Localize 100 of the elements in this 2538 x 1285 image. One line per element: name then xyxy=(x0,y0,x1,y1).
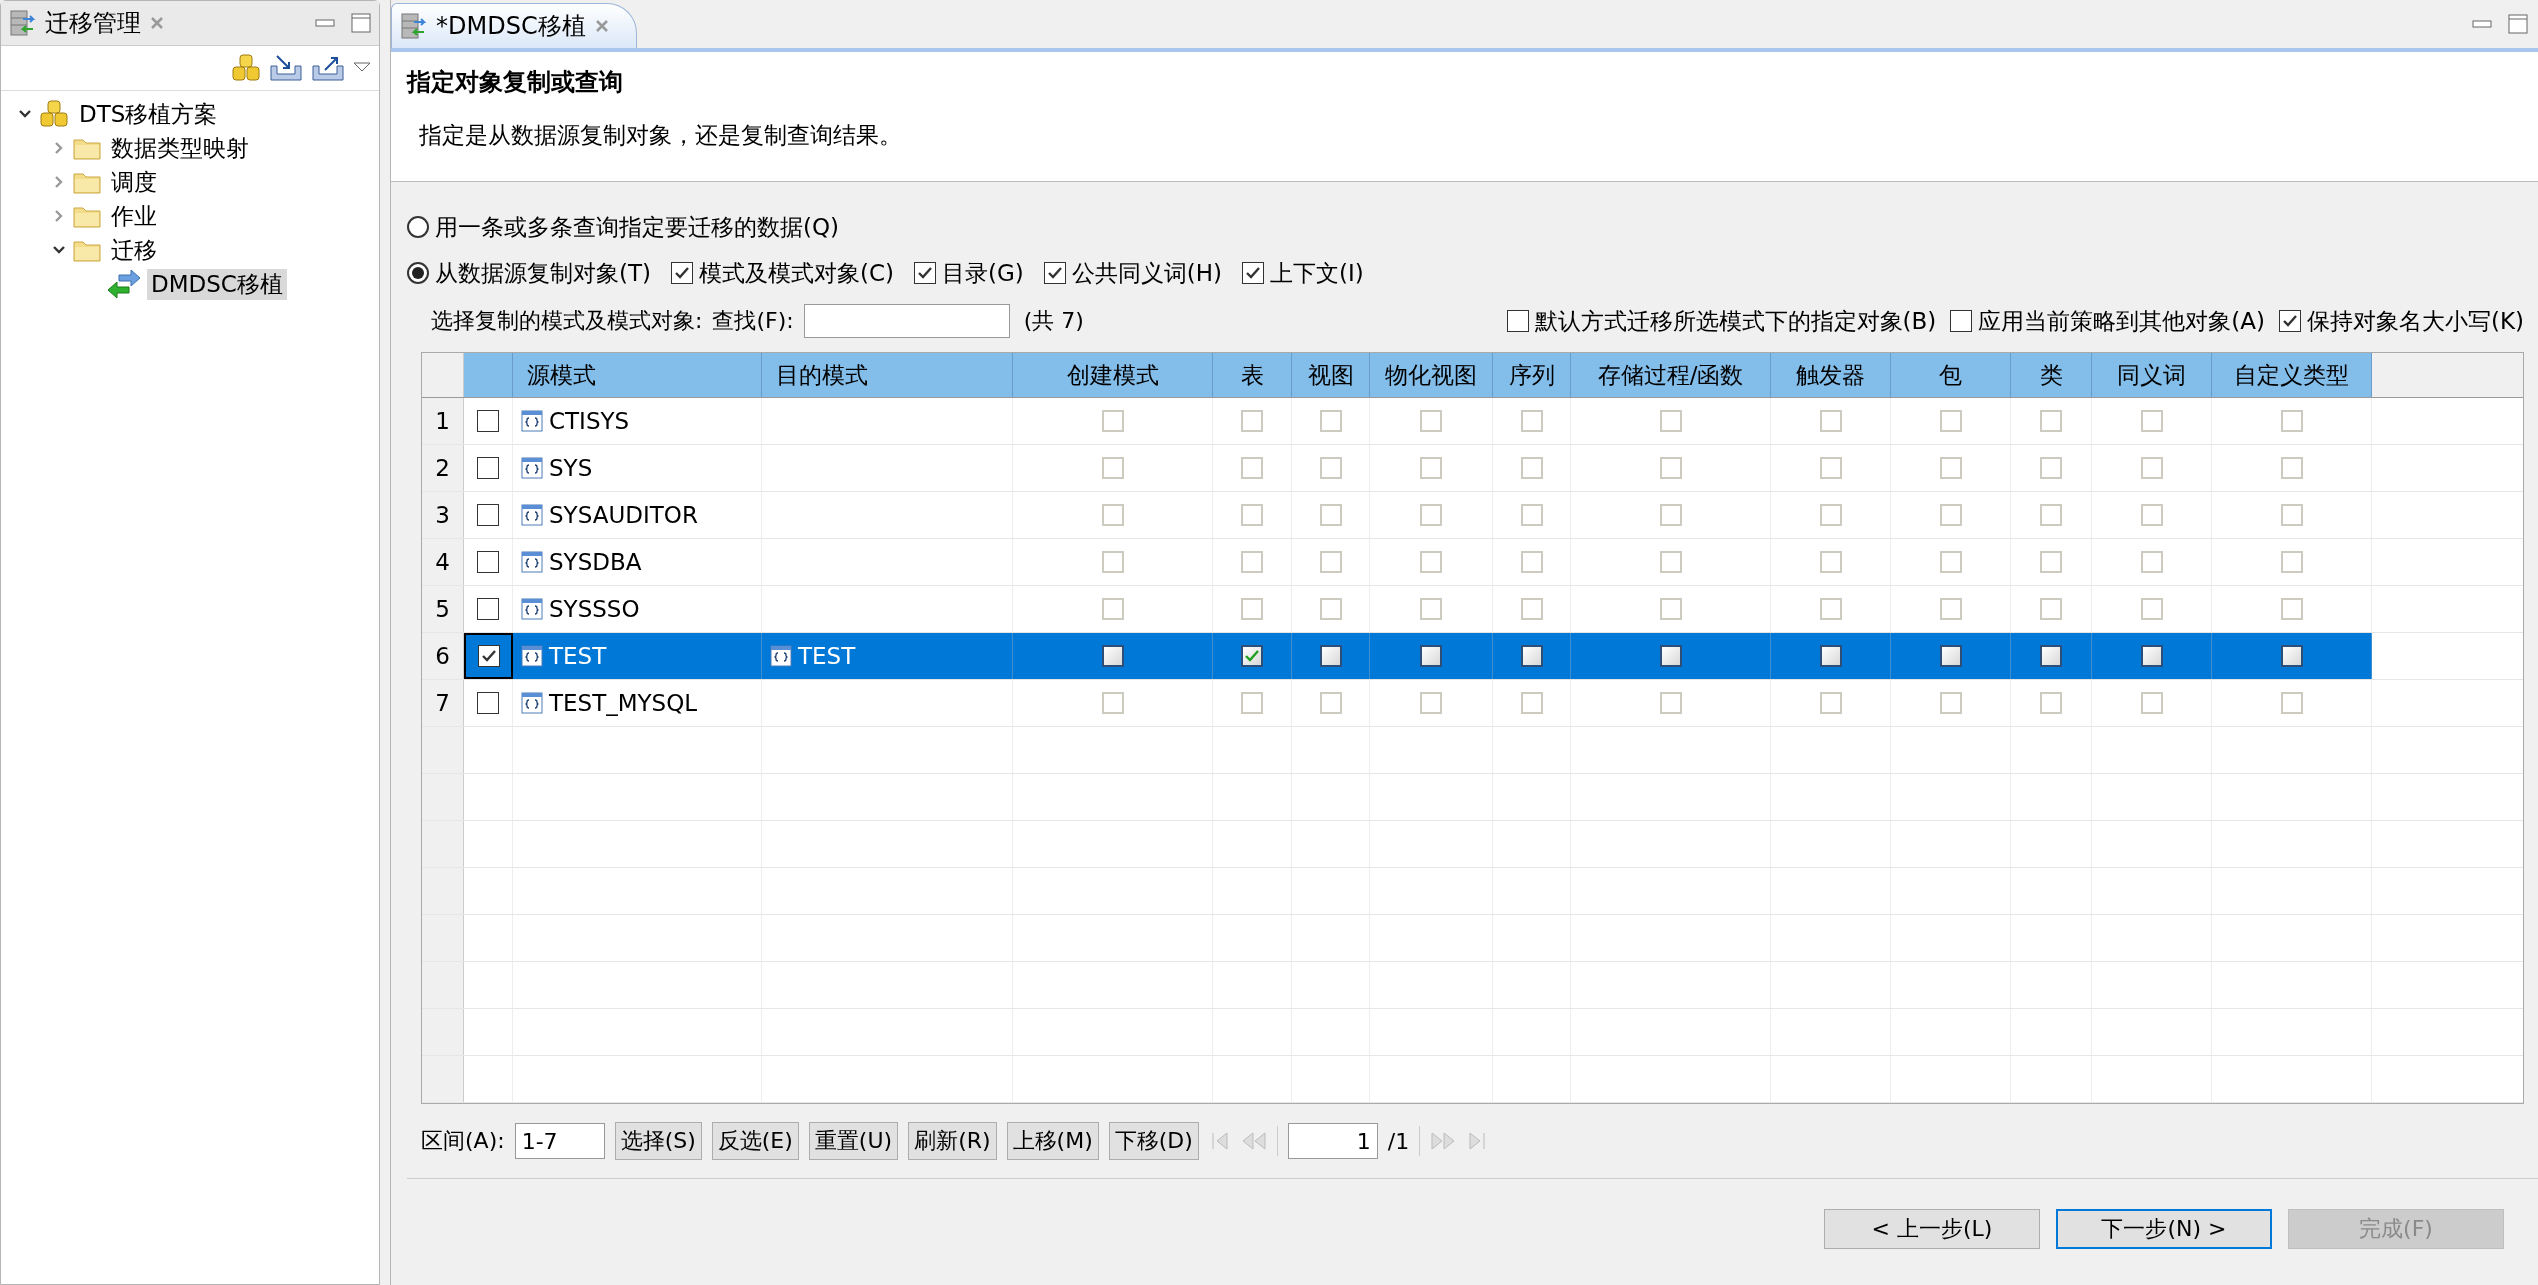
checkbox[interactable] xyxy=(477,692,499,714)
wizard-button[interactable]: < 上一步(L) xyxy=(1824,1209,2040,1249)
checkbox[interactable] xyxy=(1242,262,1265,284)
list-button[interactable]: 上移(M) xyxy=(1006,1122,1099,1160)
checkbox[interactable] xyxy=(477,598,499,620)
column-header[interactable] xyxy=(464,353,513,397)
checkbox[interactable] xyxy=(671,262,693,284)
row-number: 4 xyxy=(422,539,464,585)
checkbox[interactable] xyxy=(477,645,500,667)
close-icon[interactable] xyxy=(593,18,610,34)
option-label[interactable]: 从数据源复制对象(T) xyxy=(435,257,651,289)
checkbox-label[interactable]: 目录(G) xyxy=(942,257,1024,289)
column-header[interactable]: 序列 xyxy=(1493,353,1571,397)
column-header[interactable]: 创建模式 xyxy=(1013,353,1213,397)
minimize-icon[interactable] xyxy=(315,18,335,28)
checkmark-icon xyxy=(674,265,690,281)
checkbox-label[interactable]: 模式及模式对象(C) xyxy=(699,257,894,289)
table-row[interactable]: 4 SYSDBA xyxy=(422,539,2523,586)
column-header[interactable]: 自定义类型 xyxy=(2212,353,2372,397)
import-icon[interactable] xyxy=(269,54,303,82)
checkbox[interactable] xyxy=(2280,645,2303,667)
row-number: 3 xyxy=(422,492,464,538)
list-button[interactable]: 刷新(R) xyxy=(908,1122,997,1160)
radio-button[interactable] xyxy=(407,216,429,238)
schema-icon xyxy=(521,410,543,432)
schema-icon xyxy=(521,598,543,620)
schema-name: TEST xyxy=(549,643,607,669)
checkbox[interactable] xyxy=(1819,645,1842,667)
checkbox[interactable] xyxy=(477,410,499,432)
previous-page-icon[interactable] xyxy=(1240,1130,1267,1152)
checkbox-label[interactable]: 应用当前策略到其他对象(A) xyxy=(1978,305,2265,337)
tree-item[interactable]: 作业 xyxy=(107,200,161,232)
column-header[interactable]: 包 xyxy=(1891,353,2011,397)
column-header[interactable]: 类 xyxy=(2011,353,2092,397)
option-label[interactable]: 用一条或多条查询指定要迁移的数据(Q) xyxy=(435,211,840,243)
list-button[interactable]: 反选(E) xyxy=(711,1122,799,1160)
table-row[interactable]: 3 SYSAUDITOR xyxy=(422,492,2523,539)
tree-item[interactable]: 数据类型映射 xyxy=(107,132,253,164)
maximize-icon[interactable] xyxy=(351,13,371,33)
search-field[interactable] xyxy=(803,304,1010,338)
checkbox[interactable] xyxy=(477,457,499,479)
row-number: 5 xyxy=(422,586,464,632)
tree-item[interactable]: 调度 xyxy=(107,166,161,198)
checkbox[interactable] xyxy=(1420,645,1442,667)
checkmark-icon xyxy=(1244,648,1260,664)
tree-item[interactable]: 迁移 xyxy=(107,234,161,266)
maximize-icon[interactable] xyxy=(2508,14,2528,34)
checkmark-icon xyxy=(480,648,497,664)
table-row[interactable]: 1 CTISYS xyxy=(422,398,2523,445)
checkbox[interactable] xyxy=(2140,645,2163,667)
column-header[interactable]: 触发器 xyxy=(1771,353,1891,397)
tree-item[interactable]: DMDSC移植 xyxy=(147,268,287,300)
wizard-button[interactable]: 下一步(N) > xyxy=(2056,1209,2272,1249)
column-header[interactable]: 物化视图 xyxy=(1370,353,1493,397)
column-header[interactable]: 目的模式 xyxy=(762,353,1013,397)
checkbox[interactable] xyxy=(1950,310,1973,332)
checkbox[interactable] xyxy=(1939,645,1962,667)
range-field[interactable]: 1-7 xyxy=(514,1123,605,1159)
tree-item[interactable]: DTS移植方案 xyxy=(75,98,222,130)
checkbox-label[interactable]: 公共同义词(H) xyxy=(1071,257,1223,289)
column-header[interactable]: 表 xyxy=(1213,353,1292,397)
table-row[interactable]: 2 SYS xyxy=(422,445,2523,492)
checkbox[interactable] xyxy=(1659,645,1682,667)
schema-icon xyxy=(770,645,792,667)
schema-icon xyxy=(521,504,543,526)
column-header[interactable]: 视图 xyxy=(1292,353,1370,397)
column-header[interactable]: 存储过程/函数 xyxy=(1571,353,1771,397)
checkbox[interactable] xyxy=(2040,645,2062,667)
table-row[interactable]: 6 TEST TEST xyxy=(422,633,2523,680)
checkbox[interactable] xyxy=(1506,310,1529,332)
list-button[interactable]: 下移(D) xyxy=(1108,1122,1199,1160)
table-row[interactable]: 7 TEST_MYSQL xyxy=(422,680,2523,727)
checkbox[interactable] xyxy=(477,551,499,573)
checkbox-label[interactable]: 保持对象名大小写(K) xyxy=(2306,305,2524,337)
row-number: 6 xyxy=(422,633,464,679)
search-label: 查找(F): xyxy=(712,307,794,335)
checkbox[interactable] xyxy=(1520,645,1543,667)
checkbox-label[interactable]: 上下文(I) xyxy=(1270,257,1364,289)
checkbox[interactable] xyxy=(914,262,936,284)
checkbox[interactable] xyxy=(1043,262,1066,284)
minimize-icon[interactable] xyxy=(2472,19,2492,29)
checkbox[interactable] xyxy=(1241,645,1263,667)
schema-icon xyxy=(521,551,543,573)
checkbox[interactable] xyxy=(1319,645,1342,667)
next-page-icon[interactable] xyxy=(1430,1130,1457,1152)
page-field[interactable]: 1 xyxy=(1287,1123,1378,1159)
checkbox[interactable] xyxy=(1101,645,1124,667)
export-icon[interactable] xyxy=(311,54,345,82)
dropdown-icon[interactable] xyxy=(353,62,371,74)
checkbox-label[interactable]: 默认方式迁移所选模式下的指定对象(B) xyxy=(1534,305,1937,337)
radio-button[interactable] xyxy=(407,262,429,284)
schema-icon xyxy=(521,645,543,667)
panel-title[interactable]: 迁移管理 xyxy=(45,7,141,39)
checkbox[interactable] xyxy=(477,504,499,526)
close-icon[interactable] xyxy=(149,15,165,31)
column-header[interactable]: 同义词 xyxy=(2092,353,2212,397)
column-header[interactable]: 源模式 xyxy=(513,353,762,397)
list-button[interactable]: 重置(U) xyxy=(808,1122,899,1160)
list-button[interactable]: 选择(S) xyxy=(614,1122,702,1160)
checkbox[interactable] xyxy=(2278,310,2301,332)
